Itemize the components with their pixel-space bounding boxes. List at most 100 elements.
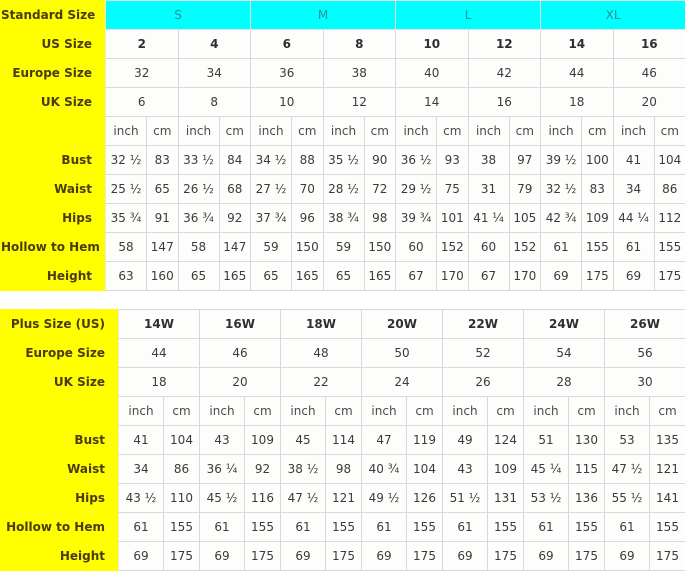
unit-header-row: inchcminchcminchcminchcminchcminchcminch…	[1, 117, 685, 146]
size-value: 38	[323, 59, 396, 88]
size-row: UK Size18202224262830	[1, 368, 685, 397]
size-value: 20	[613, 88, 685, 117]
measurement-value: 61	[281, 513, 326, 542]
measurement-value: 51 ½	[443, 484, 488, 513]
row-label-empty	[1, 397, 119, 426]
measurement-value: 47 ½	[281, 484, 326, 513]
size-row: Europe Size3234363840424446	[1, 59, 685, 88]
measurement-value: 155	[488, 513, 524, 542]
measurement-value: 69	[605, 542, 650, 571]
measurement-value: 175	[569, 542, 605, 571]
measurement-value: 155	[650, 513, 685, 542]
measurement-value: 58	[178, 233, 219, 262]
size-value: 12	[323, 88, 396, 117]
measurement-value: 60	[468, 233, 509, 262]
measurement-value: 72	[364, 175, 396, 204]
measurement-value: 70	[292, 175, 324, 204]
size-value: 4	[178, 30, 251, 59]
unit-header-inch: inch	[251, 117, 292, 146]
row-label-hollow-to-hem: Hollow to Hem	[1, 513, 119, 542]
measurement-value: 83	[147, 146, 179, 175]
measurement-value: 130	[569, 426, 605, 455]
size-value: 40	[396, 59, 469, 88]
unit-header-inch: inch	[178, 117, 219, 146]
size-value: 26	[443, 368, 524, 397]
measurement-value: 83	[582, 175, 614, 204]
measurement-value: 79	[509, 175, 541, 204]
size-value: 2	[106, 30, 179, 59]
size-value: 32	[106, 59, 179, 88]
measurement-value: 69	[443, 542, 488, 571]
measurement-value: 91	[147, 204, 179, 233]
size-value: 10	[251, 88, 324, 117]
size-value: 18	[119, 368, 200, 397]
measurement-value: 61	[605, 513, 650, 542]
measurement-value: 104	[407, 455, 443, 484]
measurement-value: 155	[582, 233, 614, 262]
measurement-value: 49	[443, 426, 488, 455]
unit-header-inch: inch	[443, 397, 488, 426]
measurement-value: 61	[200, 513, 245, 542]
measurement-value: 37 ¾	[251, 204, 292, 233]
unit-header-cm: cm	[219, 117, 251, 146]
measurement-value: 93	[437, 146, 469, 175]
measurement-value: 175	[650, 542, 685, 571]
measurement-value: 47 ½	[605, 455, 650, 484]
size-value: 10	[396, 30, 469, 59]
measurement-value: 35 ¾	[106, 204, 147, 233]
measurement-value: 29 ½	[396, 175, 437, 204]
measurement-value: 34	[613, 175, 654, 204]
measurement-value: 69	[362, 542, 407, 571]
measurement-value: 61	[362, 513, 407, 542]
measurement-value: 61	[119, 513, 164, 542]
row-label-plus-size-us: Plus Size (US)	[1, 310, 119, 339]
measurement-value: 42 ¾	[541, 204, 582, 233]
unit-header-cm: cm	[582, 117, 614, 146]
measurement-row: Hollow to Hem581475814759150591506015260…	[1, 233, 685, 262]
measurement-value: 135	[650, 426, 685, 455]
measurement-value: 97	[509, 146, 541, 175]
unit-header-inch: inch	[281, 397, 326, 426]
unit-header-cm: cm	[364, 117, 396, 146]
unit-header-cm: cm	[654, 117, 685, 146]
measurement-value: 114	[326, 426, 362, 455]
measurement-value: 65	[251, 262, 292, 291]
size-value: 14	[541, 30, 614, 59]
measurement-value: 155	[164, 513, 200, 542]
measurement-value: 109	[488, 455, 524, 484]
row-label-waist: Waist	[1, 455, 119, 484]
measurement-value: 65	[323, 262, 364, 291]
measurement-value: 165	[364, 262, 396, 291]
measurement-value: 160	[147, 262, 179, 291]
size-value: 54	[524, 339, 605, 368]
unit-header-inch: inch	[323, 117, 364, 146]
measurement-value: 36 ½	[396, 146, 437, 175]
size-value: 50	[362, 339, 443, 368]
measurement-value: 155	[245, 513, 281, 542]
measurement-value: 41 ¼	[468, 204, 509, 233]
measurement-value: 84	[219, 146, 251, 175]
size-value: 18	[541, 88, 614, 117]
size-row: US Size246810121416	[1, 30, 685, 59]
unit-header-cm: cm	[650, 397, 685, 426]
unit-header-inch: inch	[468, 117, 509, 146]
measurement-row: Waist25 ½6526 ½6827 ½7028 ½7229 ½7531793…	[1, 175, 685, 204]
standard-size-table: Standard SizeSMLXLUS Size246810121416Eur…	[0, 0, 685, 291]
measurement-value: 34 ½	[251, 146, 292, 175]
unit-header-cm: cm	[509, 117, 541, 146]
size-value: 20W	[362, 310, 443, 339]
size-value: 6	[251, 30, 324, 59]
unit-header-inch: inch	[396, 117, 437, 146]
measurement-value: 61	[613, 233, 654, 262]
measurement-value: 32 ½	[106, 146, 147, 175]
unit-header-cm: cm	[164, 397, 200, 426]
measurement-value: 170	[437, 262, 469, 291]
unit-header-cm: cm	[437, 117, 469, 146]
measurement-value: 88	[292, 146, 324, 175]
size-value: 36	[251, 59, 324, 88]
measurement-value: 96	[292, 204, 324, 233]
unit-header-cm: cm	[245, 397, 281, 426]
measurement-value: 175	[407, 542, 443, 571]
unit-header-inch: inch	[119, 397, 164, 426]
measurement-value: 69	[541, 262, 582, 291]
